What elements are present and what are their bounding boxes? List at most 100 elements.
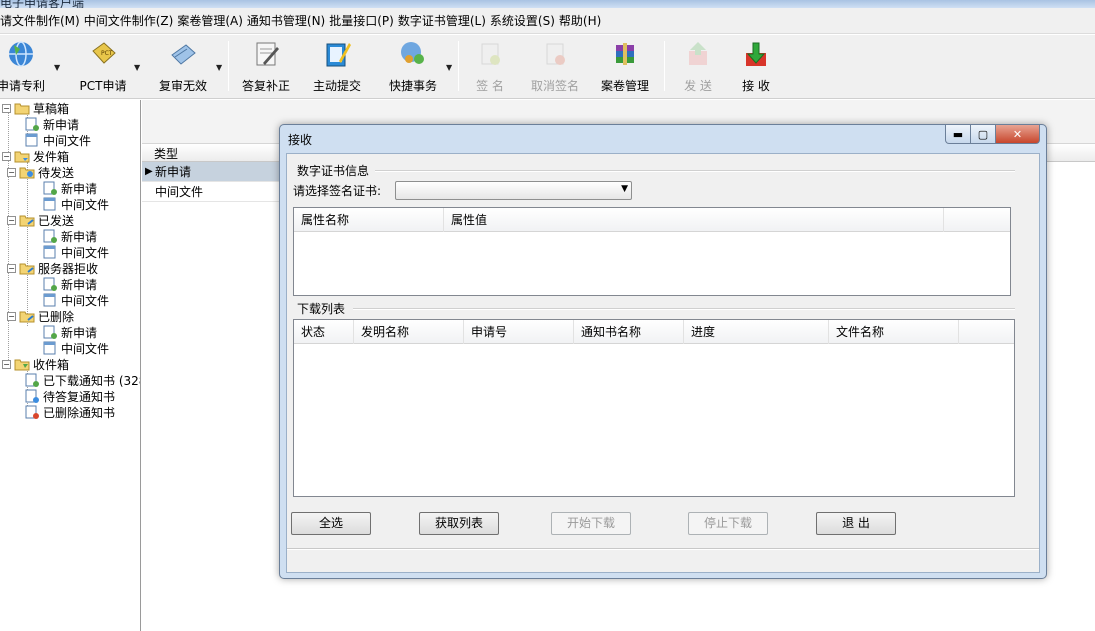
menu-help[interactable]: 帮助(H): [559, 10, 605, 32]
apply-patent-button[interactable]: 申请专利: [0, 37, 46, 95]
column-attribute-name[interactable]: 属性名称: [294, 208, 444, 232]
menu-case-management[interactable]: 案卷管理(A): [177, 10, 247, 32]
tree-inbox-deleted-notice[interactable]: 已删除通知书: [24, 404, 115, 420]
review-invalid-dropdown-icon[interactable]: ▼: [216, 63, 222, 72]
column-file-name[interactable]: 文件名称: [829, 320, 959, 344]
column-status[interactable]: 状态: [294, 320, 354, 344]
tree-pending-new-application[interactable]: 新申请: [42, 180, 97, 196]
pct-apply-dropdown-icon[interactable]: ▼: [134, 63, 140, 72]
download-list-table[interactable]: 状态 发明名称 申请号 通知书名称 进度 文件名称: [293, 319, 1015, 497]
menu-certificate-management[interactable]: 数字证书管理(L): [398, 10, 490, 32]
tree-outbox-pending[interactable]: − 待发送: [7, 164, 74, 180]
grid-header-type[interactable]: 类型: [154, 145, 178, 162]
collapse-icon[interactable]: −: [2, 359, 11, 369]
sign-button[interactable]: 签 名: [468, 37, 512, 95]
tree-deleted-new-application[interactable]: 新申请: [42, 324, 97, 340]
toolbar-separator: [664, 41, 665, 91]
collapse-icon[interactable]: −: [2, 151, 11, 161]
menu-intermediate-file[interactable]: 中间文件制作(Z): [84, 10, 178, 32]
collapse-icon[interactable]: −: [7, 215, 16, 225]
app-title: 电子申请客户端: [0, 0, 85, 8]
deleted-folder-icon: [19, 309, 35, 323]
menu-system-settings[interactable]: 系统设置(S): [490, 10, 559, 32]
globe-icon: [4, 37, 38, 71]
send-button[interactable]: 发 送: [676, 37, 720, 95]
collapse-icon[interactable]: −: [2, 103, 11, 113]
tree-inbox-pending-reply[interactable]: 待答复通知书: [24, 388, 115, 404]
menu-batch-interface[interactable]: 批量接口(P): [329, 10, 398, 32]
notice-pending-icon: [24, 389, 40, 403]
collapse-icon[interactable]: −: [7, 263, 16, 273]
cert-table-header: 属性名称 属性值: [294, 208, 1010, 232]
table-row[interactable]: 中间文件: [142, 182, 282, 202]
cert-select[interactable]: ▼: [395, 181, 632, 200]
tree-outbox-sent[interactable]: − 已发送: [7, 212, 74, 228]
tree-inbox[interactable]: − 收件箱: [2, 356, 69, 372]
notice-downloaded-icon: [24, 373, 40, 387]
tree-outbox-rejected[interactable]: − 服务器拒收: [7, 260, 98, 276]
tree-guide: [27, 162, 28, 326]
new-application-icon: [42, 277, 58, 291]
menu-application-file[interactable]: 申请文件制作(M): [0, 10, 84, 32]
tree-drafts-intermediate-file[interactable]: 中间文件: [24, 132, 91, 148]
quick-affairs-dropdown-icon[interactable]: ▼: [446, 63, 452, 72]
select-all-button[interactable]: 全选: [291, 512, 371, 535]
review-invalid-button[interactable]: 复审无效: [158, 37, 208, 95]
document-stack-icon: [166, 37, 200, 71]
collapse-icon[interactable]: −: [7, 311, 16, 321]
tree-rejected-new-application[interactable]: 新申请: [42, 276, 97, 292]
status-divider: [287, 548, 1039, 550]
tree-drafts[interactable]: − 草稿箱: [2, 100, 69, 116]
select-cert-label: 请选择签名证书:: [293, 184, 382, 198]
receive-button[interactable]: 接 收: [734, 37, 778, 95]
pct-apply-button[interactable]: PCT PCT申请: [78, 37, 128, 95]
drafts-folder-icon: [14, 101, 30, 115]
tree-outbox-deleted[interactable]: − 已删除: [7, 308, 74, 324]
tree-deleted-intermediate-file[interactable]: 中间文件: [42, 340, 109, 356]
menu-notice-management[interactable]: 通知书管理(N): [247, 10, 329, 32]
download-group-label: 下载列表: [297, 302, 346, 316]
intermediate-file-icon: [42, 245, 58, 259]
maximize-icon[interactable]: ▢: [971, 125, 996, 144]
get-list-button[interactable]: 获取列表: [419, 512, 499, 535]
stop-download-button[interactable]: 停止下载: [688, 512, 768, 535]
close-icon[interactable]: ✕: [996, 125, 1040, 144]
window-controls: ▬ ▢ ✕: [945, 125, 1040, 144]
cert-group-label: 数字证书信息: [297, 164, 370, 178]
cert-attributes-table[interactable]: 属性名称 属性值: [293, 207, 1011, 296]
svg-text:PCT: PCT: [101, 50, 113, 57]
tree-sent-new-application[interactable]: 新申请: [42, 228, 97, 244]
tree-pending-intermediate-file[interactable]: 中间文件: [42, 196, 109, 212]
dialog-body: 数字证书信息 请选择签名证书: ▼ 属性名称 属性值 下载列表 状态 发明名称 …: [286, 153, 1040, 573]
column-progress[interactable]: 进度: [684, 320, 829, 344]
cancel-sign-button[interactable]: 取消签名: [528, 37, 582, 95]
column-application-number[interactable]: 申请号: [464, 320, 574, 344]
apply-patent-dropdown-icon[interactable]: ▼: [54, 63, 60, 72]
case-management-button[interactable]: 案卷管理: [598, 37, 652, 95]
tree-sent-intermediate-file[interactable]: 中间文件: [42, 244, 109, 260]
reply-amend-button[interactable]: 答复补正: [240, 37, 292, 95]
dialog-title: 接收: [288, 133, 313, 147]
tree-rejected-intermediate-file[interactable]: 中间文件: [42, 292, 109, 308]
minimize-icon[interactable]: ▬: [945, 125, 971, 144]
column-notice-name[interactable]: 通知书名称: [574, 320, 684, 344]
collapse-icon[interactable]: −: [7, 167, 16, 177]
tree-outbox[interactable]: − 发件箱: [2, 148, 69, 164]
column-invention-name[interactable]: 发明名称: [354, 320, 464, 344]
quick-affairs-button[interactable]: 快捷事务: [386, 37, 440, 95]
tree-drafts-new-application[interactable]: 新申请: [24, 116, 79, 132]
start-download-button[interactable]: 开始下载: [551, 512, 631, 535]
receive-dialog: 接收 ▬ ▢ ✕ 数字证书信息 请选择签名证书: ▼ 属性名称 属性值 下载列表…: [279, 124, 1047, 579]
exit-button[interactable]: 退 出: [816, 512, 896, 535]
sent-folder-icon: [19, 213, 35, 227]
app-titlebar: 电子申请客户端: [0, 0, 1095, 8]
tree-inbox-downloaded[interactable]: 已下载通知书 (328: [24, 372, 140, 388]
column-attribute-value[interactable]: 属性值: [444, 208, 944, 232]
table-row[interactable]: ▶ 新申请: [142, 162, 282, 182]
intermediate-file-icon: [24, 133, 40, 147]
active-submit-button[interactable]: 主动提交: [310, 37, 364, 95]
download-table-header: 状态 发明名称 申请号 通知书名称 进度 文件名称: [294, 320, 1014, 344]
group-divider: [375, 170, 1015, 172]
new-application-icon: [42, 181, 58, 195]
group-divider: [353, 308, 1015, 310]
